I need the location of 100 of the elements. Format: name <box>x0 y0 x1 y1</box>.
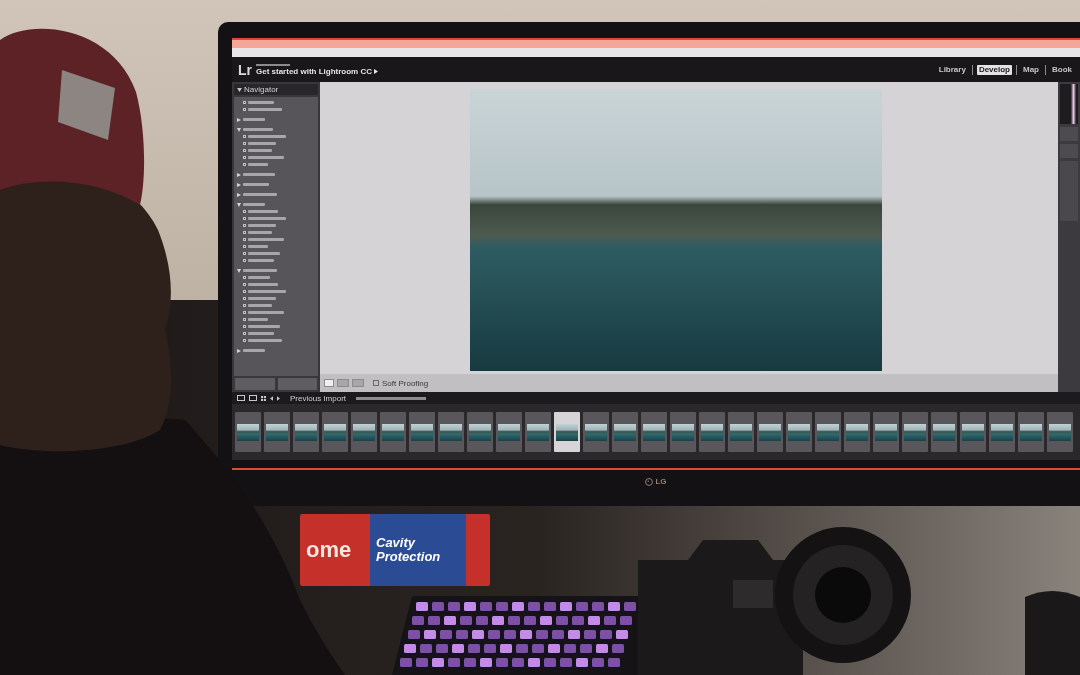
triangle-icon[interactable] <box>237 87 242 92</box>
filmstrip-cell[interactable] <box>467 412 493 452</box>
filmstrip-cell[interactable] <box>960 412 986 452</box>
module-tab[interactable]: Book <box>1050 64 1074 75</box>
filmstrip-cell[interactable] <box>583 412 609 452</box>
square-icon <box>243 297 246 300</box>
square-icon <box>243 290 246 293</box>
app-logo: Lr <box>238 62 252 77</box>
filmstrip-cell[interactable] <box>873 412 899 452</box>
filmstrip-cell[interactable] <box>1018 412 1044 452</box>
square-icon <box>243 339 246 342</box>
thumbnail-placeholder <box>875 423 897 441</box>
filmstrip-source[interactable]: Previous Import <box>290 393 347 403</box>
filmstrip-cell[interactable] <box>844 412 870 452</box>
thumbnail-placeholder <box>527 423 549 441</box>
thumbnail-placeholder <box>266 423 288 441</box>
box-text: ome <box>306 538 352 562</box>
square-icon <box>243 332 246 335</box>
thumbnail-placeholder <box>643 423 665 441</box>
filmstrip-cell[interactable] <box>496 412 522 452</box>
filmstrip-cell[interactable] <box>554 412 580 452</box>
thumbnail-placeholder <box>440 423 462 441</box>
filmstrip-cell[interactable] <box>438 412 464 452</box>
square-icon <box>243 318 246 321</box>
thumbnail-placeholder <box>382 423 404 441</box>
filmstrip-cell[interactable] <box>815 412 841 452</box>
square-icon <box>243 101 246 104</box>
thumbnail-placeholder <box>411 423 433 441</box>
thumbnail-placeholder <box>556 423 578 441</box>
thumbnail-placeholder <box>933 423 955 441</box>
square-icon <box>243 311 246 314</box>
thumbnail-placeholder <box>788 423 810 441</box>
square-icon <box>243 231 246 234</box>
thumbnail-placeholder <box>672 423 694 441</box>
filmstrip-cell[interactable] <box>728 412 754 452</box>
soft-proofing-checkbox[interactable] <box>373 380 379 386</box>
thumbnail-placeholder <box>730 423 752 441</box>
filmstrip-cell[interactable] <box>293 412 319 452</box>
thumbnail-placeholder <box>585 423 607 441</box>
filmstrip-cell[interactable] <box>235 412 261 452</box>
square-icon <box>243 217 246 220</box>
thumbnail-placeholder <box>817 423 839 441</box>
module-tab[interactable]: Develop <box>976 64 1012 75</box>
thumbnail-placeholder <box>846 423 868 441</box>
thumbnail-placeholder <box>1049 423 1071 441</box>
filmstrip-cell[interactable] <box>786 412 812 452</box>
monitor-brand: LG <box>655 477 667 486</box>
filmstrip-cell[interactable] <box>525 412 551 452</box>
filmstrip-cell[interactable] <box>902 412 928 452</box>
thumbnail-placeholder <box>1020 423 1042 441</box>
square-icon <box>243 238 246 241</box>
filmstrip-cell[interactable] <box>931 412 957 452</box>
square-icon <box>243 149 246 152</box>
box-label: Cavity Protection <box>376 536 442 564</box>
filmstrip-cell[interactable] <box>409 412 435 452</box>
square-icon <box>243 108 246 111</box>
thumbnail-placeholder <box>498 423 520 441</box>
thumbnail-placeholder <box>904 423 926 441</box>
arrow-right-icon[interactable] <box>277 395 280 401</box>
square-icon <box>243 224 246 227</box>
filmstrip-cell[interactable] <box>612 412 638 452</box>
filmstrip-cell[interactable] <box>380 412 406 452</box>
filmstrip-cell[interactable] <box>989 412 1015 452</box>
thumbnail-placeholder <box>991 423 1013 441</box>
logo-icon <box>645 477 654 486</box>
square-icon <box>243 259 246 262</box>
square-icon <box>243 163 246 166</box>
square-icon <box>243 210 246 213</box>
square-icon <box>243 304 246 307</box>
thumbnail-placeholder <box>237 423 259 441</box>
filmstrip-cell[interactable] <box>351 412 377 452</box>
filmstrip-cell[interactable] <box>264 412 290 452</box>
thumbnail-placeholder <box>469 423 491 441</box>
identity-plate-text[interactable]: Get started with Lightroom CC <box>256 66 372 76</box>
thumbnail-placeholder <box>324 423 346 441</box>
thumbnail-placeholder <box>701 423 723 441</box>
histogram-drawing <box>1060 84 1078 124</box>
filmstrip-cell[interactable] <box>641 412 667 452</box>
module-tab[interactable]: Map <box>1021 64 1041 75</box>
thumbnail-placeholder <box>962 423 984 441</box>
filmstrip-cell[interactable] <box>670 412 696 452</box>
square-icon <box>243 245 246 248</box>
filmstrip-cell[interactable] <box>322 412 348 452</box>
navigator-title[interactable]: Navigator <box>244 85 279 94</box>
module-tab[interactable]: Library <box>936 64 968 75</box>
view-mode-icon[interactable] <box>324 379 334 387</box>
soft-proofing-label[interactable]: Soft Proofing <box>382 378 429 388</box>
square-icon <box>243 325 246 328</box>
blurred-text <box>256 63 290 66</box>
filmstrip-cell[interactable] <box>757 412 783 452</box>
thumbnail-placeholder <box>353 423 375 441</box>
square-icon <box>243 142 246 145</box>
filmstrip-cell[interactable] <box>1047 412 1073 452</box>
filmstrip-cell[interactable] <box>699 412 725 452</box>
arrow-left-icon[interactable] <box>270 395 273 401</box>
thumbnail-placeholder <box>614 423 636 441</box>
grid-icon[interactable] <box>261 395 266 401</box>
square-icon <box>243 276 246 279</box>
square-icon <box>243 283 246 286</box>
triangle-icon[interactable] <box>374 68 378 74</box>
